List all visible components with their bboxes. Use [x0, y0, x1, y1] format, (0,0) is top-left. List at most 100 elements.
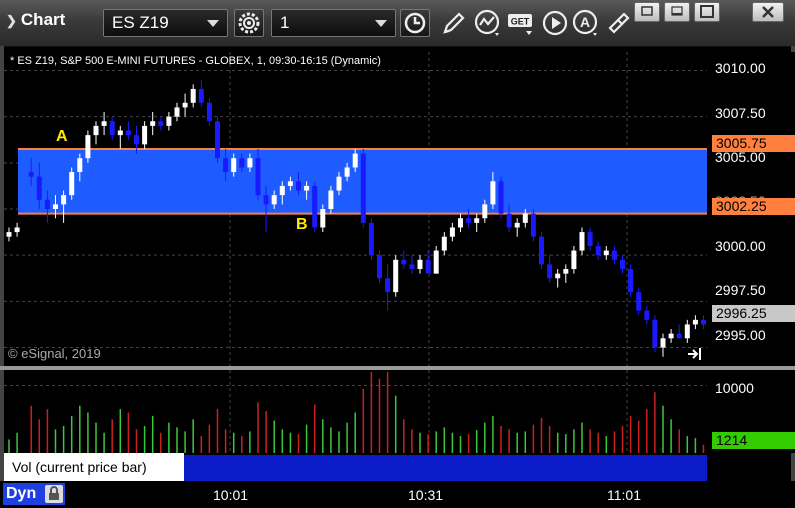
candle-body [166, 116, 172, 126]
gear-icon [238, 12, 260, 34]
pencil-icon[interactable] [439, 8, 469, 38]
candle-body [279, 185, 285, 196]
candle-body [198, 88, 204, 103]
text-annotation-icon[interactable]: A [571, 8, 601, 38]
restore-icon [641, 6, 653, 16]
candle-body [692, 319, 698, 325]
candle-body [344, 167, 350, 177]
candle-body [215, 121, 220, 159]
candle-body [247, 158, 253, 168]
candle-body [44, 199, 50, 209]
close-button[interactable] [752, 2, 784, 22]
candle-body [85, 135, 91, 159]
volume-pane[interactable] [4, 370, 707, 453]
candle-body [474, 218, 480, 223]
candle-body [620, 259, 625, 270]
scroll-to-end-icon[interactable] [686, 346, 704, 362]
candle-body [676, 333, 682, 339]
candle-body [539, 236, 544, 265]
interval-dropdown[interactable]: 1 [271, 9, 396, 37]
indicator-icon[interactable] [473, 8, 503, 38]
price-chart[interactable] [4, 52, 707, 366]
dynamic-toggle-button[interactable]: Dyn [3, 483, 65, 505]
upper-line-price-tag[interactable]: 3005.75 [712, 135, 795, 152]
candle-body [587, 232, 593, 246]
candle-body [320, 209, 326, 228]
close-icon[interactable]: × [171, 452, 179, 468]
settings-button[interactable] [234, 9, 264, 37]
link-icon[interactable] [604, 8, 634, 38]
annotation-b[interactable]: B [296, 216, 308, 234]
candle-body [304, 185, 310, 191]
minimize-button[interactable] [664, 2, 690, 22]
candle-body [660, 338, 666, 348]
current-volume-tag: 1214 [712, 432, 795, 449]
candle-body [644, 310, 650, 320]
candle-body [603, 250, 609, 256]
candle-body [150, 121, 156, 126]
candle-body [271, 195, 277, 205]
candle-body [117, 130, 123, 136]
candle-body [652, 319, 658, 348]
candle-body [433, 250, 439, 274]
candle-body [174, 107, 180, 117]
candle-body [514, 222, 520, 228]
candle-body [409, 264, 415, 270]
candle-body [401, 259, 407, 265]
candle-body [93, 125, 99, 136]
symbol-dropdown[interactable]: ES Z19 [103, 9, 228, 37]
candle-body [263, 195, 269, 205]
candle-body [393, 259, 399, 293]
candle-body [449, 227, 455, 237]
copyright-text: © eSignal, 2019 [8, 346, 101, 361]
candle-body [458, 218, 463, 228]
candle-body [368, 222, 374, 256]
window-title[interactable]: ❯ Chart [6, 10, 65, 30]
last-price-tag: 2996.25 [712, 305, 795, 322]
candle-body [231, 158, 237, 173]
price-axis[interactable]: 3010.00 3007.50 3005.00 3002.50 3000.00 … [707, 52, 795, 366]
price-axis-label: 2997.50 [715, 282, 766, 298]
time-axis-label: 11:01 [607, 487, 641, 503]
annotation-a[interactable]: A [56, 128, 68, 146]
price-pane[interactable]: * ES Z19, S&P 500 E-MINI FUTURES - GLOBE… [4, 52, 707, 366]
maximize-button[interactable] [694, 2, 720, 22]
candle-body [441, 236, 447, 251]
close-icon [762, 6, 774, 18]
candle-body [14, 227, 20, 233]
symbol-value: ES Z19 [112, 13, 169, 32]
candle-body [701, 319, 706, 325]
candle-body [77, 158, 83, 173]
candle-body [563, 269, 569, 274]
candle-body [206, 102, 212, 122]
volume-chart[interactable] [4, 370, 707, 453]
price-axis-label: 3007.50 [715, 105, 766, 121]
candle-body [28, 172, 34, 177]
candle-body [425, 259, 431, 274]
candle-body [190, 88, 196, 103]
candle-body [158, 121, 164, 126]
candle-body [336, 176, 342, 191]
candle-body [466, 218, 472, 223]
time-axis[interactable] [0, 481, 795, 508]
lock-icon[interactable] [45, 485, 63, 503]
candle-body [182, 102, 188, 108]
candle-body [490, 181, 496, 205]
candle-body [239, 158, 245, 168]
play-icon[interactable] [540, 8, 570, 38]
candle-body [668, 333, 674, 339]
restore-button[interactable] [634, 2, 660, 22]
price-axis-label: 3010.00 [715, 60, 766, 76]
candle-body [506, 213, 512, 228]
dyn-label: Dyn [6, 485, 37, 502]
clock-icon [404, 12, 426, 34]
get-icon[interactable]: GET [506, 8, 536, 38]
candle-body [53, 204, 58, 209]
candle-body [6, 232, 12, 237]
time-template-button[interactable] [400, 9, 430, 37]
candle-body [385, 278, 391, 293]
candle-body [530, 213, 536, 237]
volume-legend[interactable]: Vol (current price bar) [4, 453, 184, 481]
lower-line-price-tag[interactable]: 3002.25 [712, 198, 795, 215]
candle-body [134, 135, 139, 145]
